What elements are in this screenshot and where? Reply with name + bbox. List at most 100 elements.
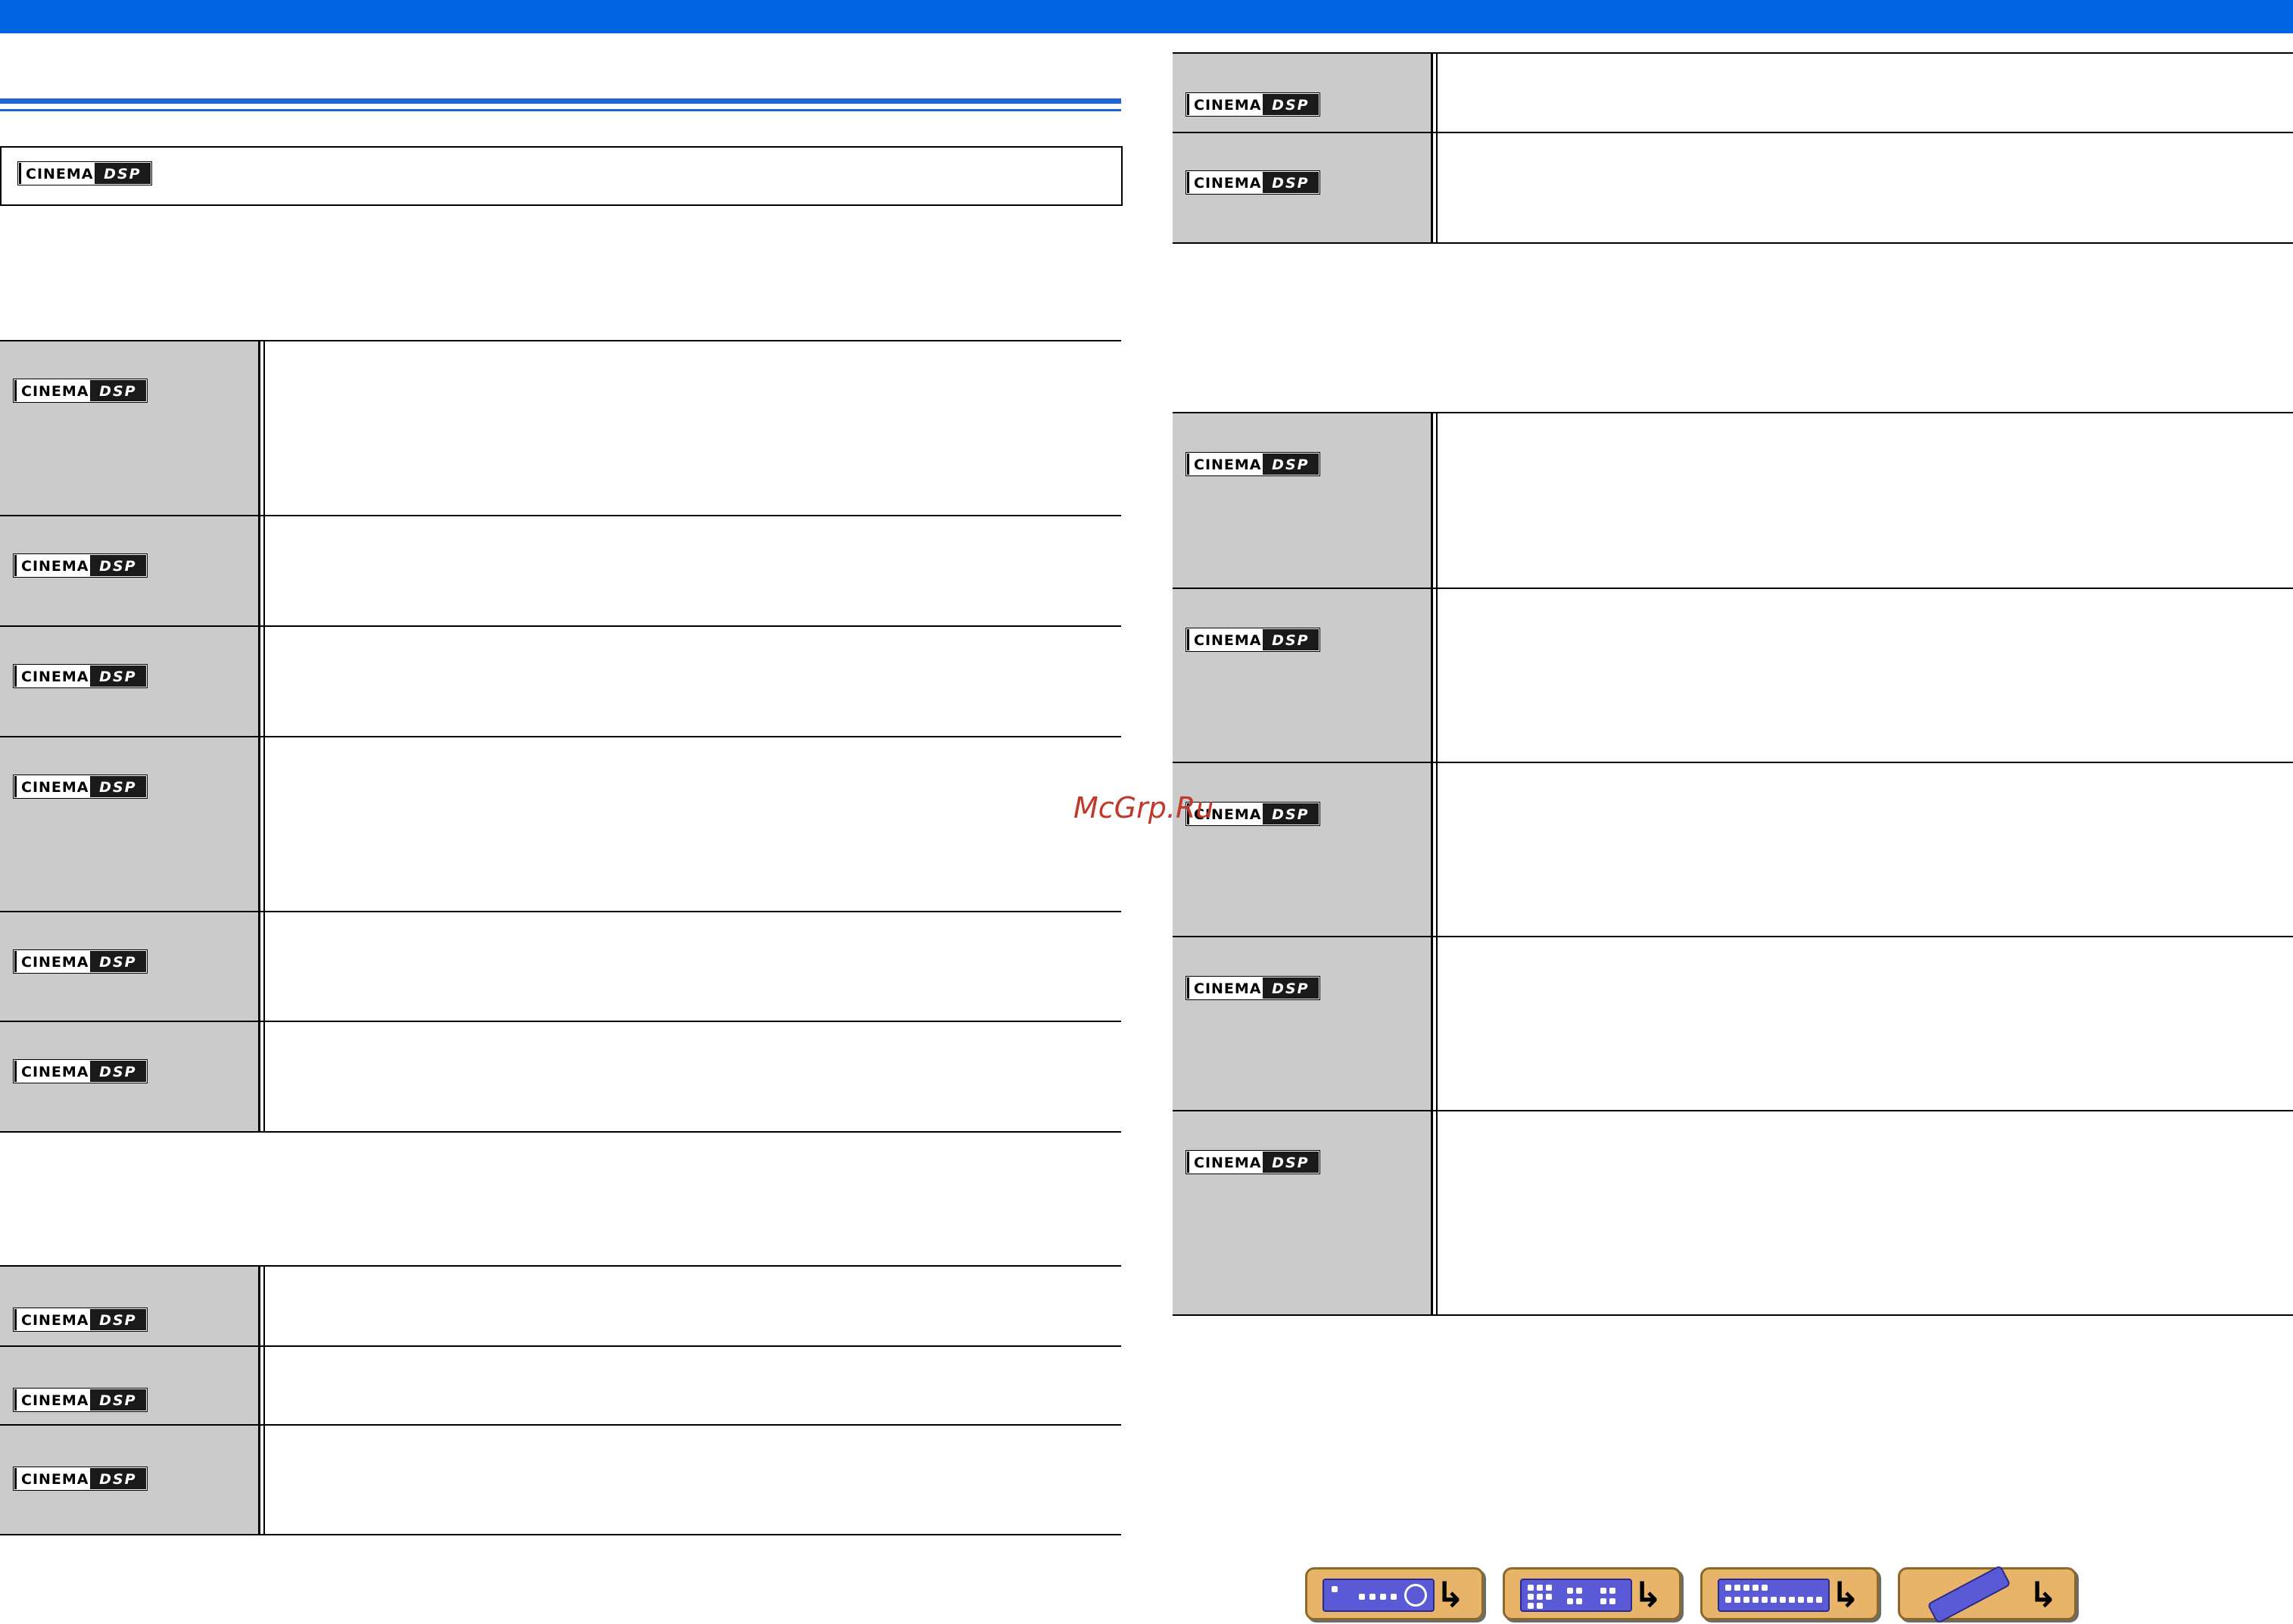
table-row: CINEMA DSP: [0, 1345, 1121, 1424]
program-table-right-1: CINEMA DSP CINEMA DSP: [1173, 52, 2293, 244]
program-name-cell: CINEMA DSP: [0, 1347, 258, 1424]
table-row: CINEMA DSP: [0, 341, 1121, 515]
column-divider: [1431, 54, 1438, 132]
program-description-cell: [1438, 763, 2293, 936]
remote-control-icon: [1927, 1564, 2011, 1624]
column-divider: [258, 1022, 265, 1131]
table-row: CINEMA DSP: [1173, 936, 2293, 1110]
program-name-cell: CINEMA DSP: [0, 627, 258, 736]
front-panel-icon: [1323, 1579, 1435, 1612]
nav-front-panel-button[interactable]: ↳: [1305, 1567, 1484, 1620]
cinema-dsp-logo: CINEMA DSP: [13, 949, 148, 974]
header-bar: [0, 0, 2293, 33]
program-name-cell: CINEMA DSP: [0, 1022, 258, 1131]
program-description-cell: [265, 516, 1121, 625]
column-divider: [258, 627, 265, 736]
program-name-cell: CINEMA DSP: [0, 1267, 258, 1345]
program-description-cell: [1438, 413, 2293, 588]
program-name-cell: CINEMA DSP: [1173, 54, 1431, 132]
rear-panel-icon: [1520, 1579, 1632, 1612]
program-name-cell: CINEMA DSP: [0, 341, 258, 515]
cinema-dsp-logo: CINEMA DSP: [13, 1388, 148, 1412]
program-description-cell: [265, 737, 1121, 911]
program-description-cell: [1438, 937, 2293, 1110]
table-row: CINEMA DSP: [1173, 132, 2293, 242]
column-divider: [258, 1267, 265, 1345]
program-description-cell: [1438, 54, 2293, 132]
program-name-cell: CINEMA DSP: [1173, 763, 1431, 936]
column-divider: [1431, 937, 1438, 1110]
cinema-dsp-logo: CINEMA DSP: [13, 1467, 148, 1491]
program-name-cell: CINEMA DSP: [1173, 589, 1431, 762]
cinema-dsp-legend-box: CINEMA DSP: [0, 146, 1123, 206]
column-divider: [258, 1426, 265, 1534]
program-description-cell: [265, 912, 1121, 1021]
program-description-cell: [1438, 589, 2293, 762]
cinema-dsp-logo: CINEMA DSP: [1185, 452, 1320, 476]
column-divider: [1431, 589, 1438, 762]
table-row: CINEMA DSP: [0, 1424, 1121, 1534]
arrow-icon: ↳: [2028, 1574, 2058, 1615]
cinema-dsp-logo: CINEMA DSP: [1185, 92, 1320, 117]
section-rule-thin: [0, 109, 1121, 111]
program-name-cell: CINEMA DSP: [0, 516, 258, 625]
display-icon: [1718, 1579, 1830, 1612]
cinema-dsp-logo: CINEMA DSP: [13, 1059, 148, 1083]
program-description-cell: [1438, 1111, 2293, 1314]
arrow-icon: ↳: [1435, 1574, 1465, 1615]
nav-remote-control-button[interactable]: ↳: [1898, 1564, 2076, 1624]
column-divider: [1431, 413, 1438, 588]
program-description-cell: [1438, 133, 2293, 242]
cinema-dsp-logo: CINEMA DSP: [17, 161, 152, 185]
program-name-cell: CINEMA DSP: [1173, 133, 1431, 242]
nav-rear-panel-button[interactable]: ↳: [1503, 1567, 1681, 1620]
cinema-dsp-logo: CINEMA DSP: [13, 1308, 148, 1332]
program-name-cell: CINEMA DSP: [1173, 1111, 1431, 1314]
program-description-cell: [265, 1022, 1121, 1131]
program-name-cell: CINEMA DSP: [0, 737, 258, 911]
program-description-cell: [265, 627, 1121, 736]
column-divider: [1431, 133, 1438, 242]
table-row: CINEMA DSP: [1173, 413, 2293, 588]
column-divider: [258, 341, 265, 515]
program-description-cell: [265, 1426, 1121, 1534]
table-row: CINEMA DSP: [1173, 588, 2293, 762]
program-name-cell: CINEMA DSP: [0, 1426, 258, 1534]
program-name-cell: CINEMA DSP: [0, 912, 258, 1021]
program-description-cell: [265, 1267, 1121, 1345]
program-description-cell: [265, 341, 1121, 515]
table-row: CINEMA DSP: [0, 1267, 1121, 1345]
arrow-icon: ↳: [1633, 1574, 1662, 1615]
table-row: CINEMA DSP: [1173, 1110, 2293, 1314]
program-description-cell: [265, 1347, 1121, 1424]
cinema-dsp-logo: CINEMA DSP: [1185, 976, 1320, 1000]
section-rule: [0, 98, 1121, 104]
cinema-dsp-logo: CINEMA DSP: [1185, 170, 1320, 195]
cinema-dsp-logo: CINEMA DSP: [13, 775, 148, 799]
table-row: CINEMA DSP: [0, 911, 1121, 1021]
cinema-dsp-logo: CINEMA DSP: [1185, 1150, 1320, 1174]
program-table-left-1: CINEMA DSP CINEMA DSP CINEMA DSP CINEMA DSP …: [0, 340, 1121, 1133]
column-divider: [1431, 763, 1438, 936]
table-row: CINEMA DSP: [0, 1021, 1121, 1131]
column-divider: [258, 1347, 265, 1424]
nav-display-button[interactable]: ↳: [1700, 1567, 1879, 1620]
column-divider: [258, 912, 265, 1021]
table-row: CINEMA DSP: [1173, 54, 2293, 132]
program-name-cell: CINEMA DSP: [1173, 413, 1431, 588]
column-divider: [258, 516, 265, 625]
cinema-dsp-logo: CINEMA DSP: [1185, 628, 1320, 652]
cinema-dsp-logo: CINEMA DSP: [13, 664, 148, 688]
table-row: CINEMA DSP: [0, 625, 1121, 736]
watermark: McGrp.Ru: [1073, 791, 1214, 824]
program-table-left-2: CINEMA DSP CINEMA DSP CINEMA DSP: [0, 1265, 1121, 1535]
column-divider: [1431, 1111, 1438, 1314]
program-table-right-2: CINEMA DSP CINEMA DSP CINEMA DSP CINEMA DSP …: [1173, 412, 2293, 1316]
column-divider: [258, 737, 265, 911]
arrow-icon: ↳: [1830, 1574, 1860, 1615]
cinema-dsp-logo: CINEMA DSP: [13, 553, 148, 578]
cinema-dsp-logo: CINEMA DSP: [13, 379, 148, 403]
table-row: CINEMA DSP: [1173, 762, 2293, 936]
table-row: CINEMA DSP: [0, 515, 1121, 625]
table-row: CINEMA DSP: [0, 736, 1121, 911]
